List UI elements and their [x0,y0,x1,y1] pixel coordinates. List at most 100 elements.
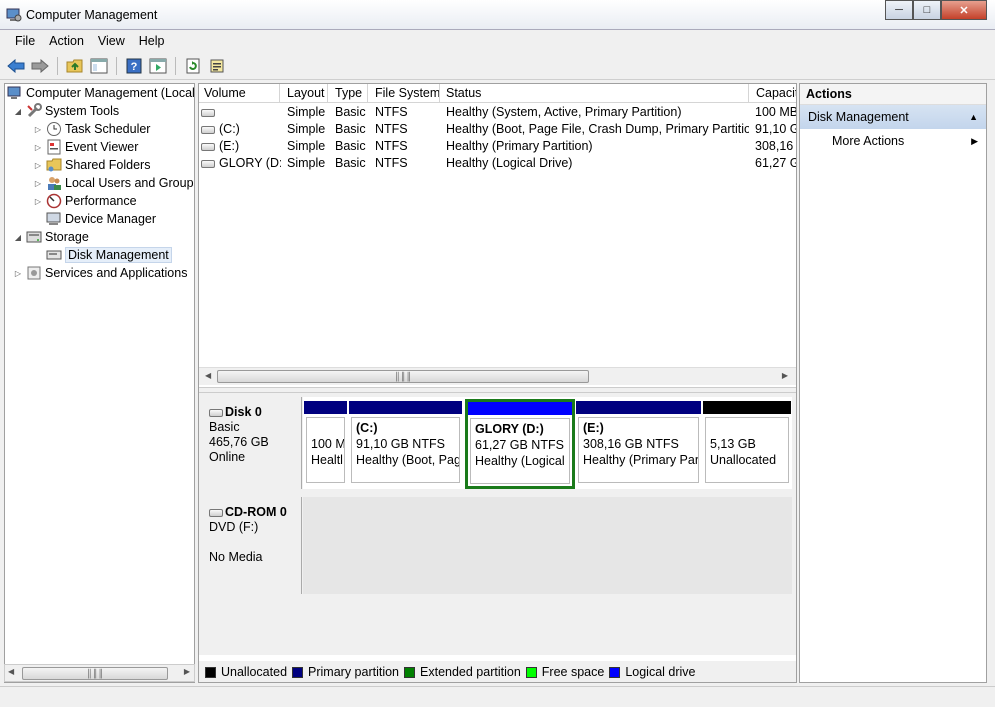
more-actions-item[interactable]: More Actions ▶ [800,129,986,153]
legend-swatch [609,666,621,678]
users-icon [46,175,62,191]
cdrom-0-media-area[interactable] [303,497,792,594]
refresh-icon[interactable] [183,56,203,76]
computer-management-window: Computer Management ─ □ ✕ File Action Vi… [0,0,995,707]
toolbar-separator [175,56,176,75]
scroll-left-icon[interactable]: ◀ [205,371,211,380]
partition-unallocated[interactable]: 5,13 GB Unallocated [703,401,791,485]
primary-partition-bar [304,401,347,414]
actions-section-disk-management[interactable]: Disk Management ▲ [800,105,986,129]
system-tools-icon [26,103,42,119]
drive-icon [201,108,215,117]
volume-list-scroll-thumb[interactable]: ║║║ [217,370,589,383]
minimize-button[interactable]: ─ [885,0,913,20]
column-capacity[interactable]: Capacit [751,84,796,103]
tree-item-performance[interactable]: ▷ Performance [33,192,137,210]
tree-item-system-tools[interactable]: ◢ System Tools [13,102,119,120]
legend-item-extended: Extended partition [404,665,521,679]
show-hide-tree-icon[interactable] [89,56,109,76]
volume-list-horizontal-scrollbar[interactable]: ◀ ║║║ ▶ [199,367,796,385]
shared-folder-icon [46,157,62,173]
show-hide-action-pane-icon[interactable] [148,56,168,76]
collapsed-arrow-icon[interactable]: ▷ [33,179,43,188]
legend-item-primary: Primary partition [292,665,399,679]
disk-management-pane: Volume Layout Type File System Status Ca… [198,83,797,683]
tree-item-storage[interactable]: ◢ Storage [13,228,89,246]
scroll-left-icon[interactable]: ◀ [8,667,14,676]
cdrom-0-label[interactable]: CD-ROM 0 DVD (F:) No Media [199,497,302,594]
back-icon[interactable] [6,56,26,76]
volume-row[interactable]: Simple Basic NTFS Healthy (System, Activ… [199,104,796,121]
tree-item-event-viewer[interactable]: ▷ Event Viewer [33,138,138,156]
legend-item-unallocated: Unallocated [205,665,287,679]
column-layout[interactable]: Layout [282,84,328,103]
tree-item-local-users[interactable]: ▷ Local Users and Groups [33,174,194,192]
event-viewer-icon [46,139,62,155]
logical-drive-bar [468,402,572,415]
legend-swatch [205,666,216,678]
tree-item-task-scheduler[interactable]: ▷ Task Scheduler [33,120,150,138]
computer-management-icon [6,7,22,23]
tree-item-root[interactable]: Computer Management (Local [7,84,194,102]
column-volume[interactable]: Volume [199,84,280,103]
window-title: Computer Management [26,8,158,22]
toolbar-separator [116,56,117,75]
collapsed-arrow-icon[interactable]: ▷ [33,143,43,152]
legend-swatch [404,666,416,678]
volume-row[interactable]: GLORY (D:) Simple Basic NTFS Healthy (Lo… [199,155,796,172]
primary-partition-bar [349,401,462,414]
tree-item-disk-management[interactable]: Disk Management [46,246,172,264]
collapse-up-icon[interactable]: ▲ [969,105,978,129]
volume-row[interactable]: (E:) Simple Basic NTFS Healthy (Primary … [199,138,796,155]
expanded-arrow-icon[interactable]: ◢ [13,233,23,242]
close-button[interactable]: ✕ [941,0,987,20]
performance-icon [46,193,62,209]
expanded-arrow-icon[interactable]: ◢ [13,107,23,116]
toolbar-separator [57,56,58,75]
tree-horizontal-scrollbar[interactable]: ◀ ║║║ ▶ [4,664,195,682]
title-bar: Computer Management ─ □ ✕ [0,0,995,30]
drive-icon [201,125,215,134]
tree-item-services[interactable]: ▷ Services and Applications [13,264,188,282]
up-folder-icon[interactable] [65,56,85,76]
menu-help[interactable]: Help [132,34,172,48]
collapsed-arrow-icon[interactable]: ▷ [33,161,43,170]
window-controls: ─ □ ✕ [885,0,987,20]
actions-pane: Actions Disk Management ▲ More Actions ▶ [799,83,987,683]
forward-icon[interactable] [30,56,50,76]
column-type[interactable]: Type [330,84,368,103]
maximize-button[interactable]: □ [913,0,941,20]
collapsed-arrow-icon[interactable]: ▷ [33,125,43,134]
toolbar: ? [0,52,995,80]
menu-view[interactable]: View [91,34,132,48]
partition-c[interactable]: (C:) 91,10 GB NTFS Healthy (Boot, Pag [349,401,462,485]
status-bar [0,686,995,707]
menu-action[interactable]: Action [42,34,91,48]
clock-icon [46,121,62,137]
tree-item-shared-folders[interactable]: ▷ Shared Folders [33,156,151,174]
tree-item-device-manager[interactable]: Device Manager [46,210,156,228]
actions-header: Actions [800,84,986,105]
tree-scroll-thumb[interactable]: ║║║ [22,667,168,680]
disk-0-label[interactable]: Disk 0 Basic 465,76 GB Online [199,397,302,489]
column-status[interactable]: Status [441,84,749,103]
scroll-right-icon[interactable]: ▶ [782,371,788,380]
disk-management-icon [46,247,62,263]
partition-e[interactable]: (E:) 308,16 GB NTFS Healthy (Primary Par… [576,401,701,485]
collapsed-arrow-icon[interactable]: ▷ [13,269,23,278]
volume-list-header: Volume Layout Type File System Status Ca… [199,84,796,103]
disk-icon [209,408,223,417]
properties-icon[interactable] [207,56,227,76]
cdrom-icon [209,508,223,517]
column-file-system[interactable]: File System [370,84,440,103]
computer-management-icon [7,85,23,101]
volume-row[interactable]: (C:) Simple Basic NTFS Healthy (Boot, Pa… [199,121,796,138]
help-icon[interactable]: ? [124,56,144,76]
collapsed-arrow-icon[interactable]: ▷ [33,197,43,206]
partition-legend: Unallocated Primary partition Extended p… [199,661,796,682]
partition-glory-d[interactable]: GLORY (D:) 61,27 GB NTFS Healthy (Logica… [465,399,575,489]
partition-system-reserved[interactable]: 100 M Healtl [304,401,347,485]
scroll-right-icon[interactable]: ▶ [184,667,190,676]
menu-file[interactable]: File [8,34,42,48]
svg-text:?: ? [131,61,138,73]
